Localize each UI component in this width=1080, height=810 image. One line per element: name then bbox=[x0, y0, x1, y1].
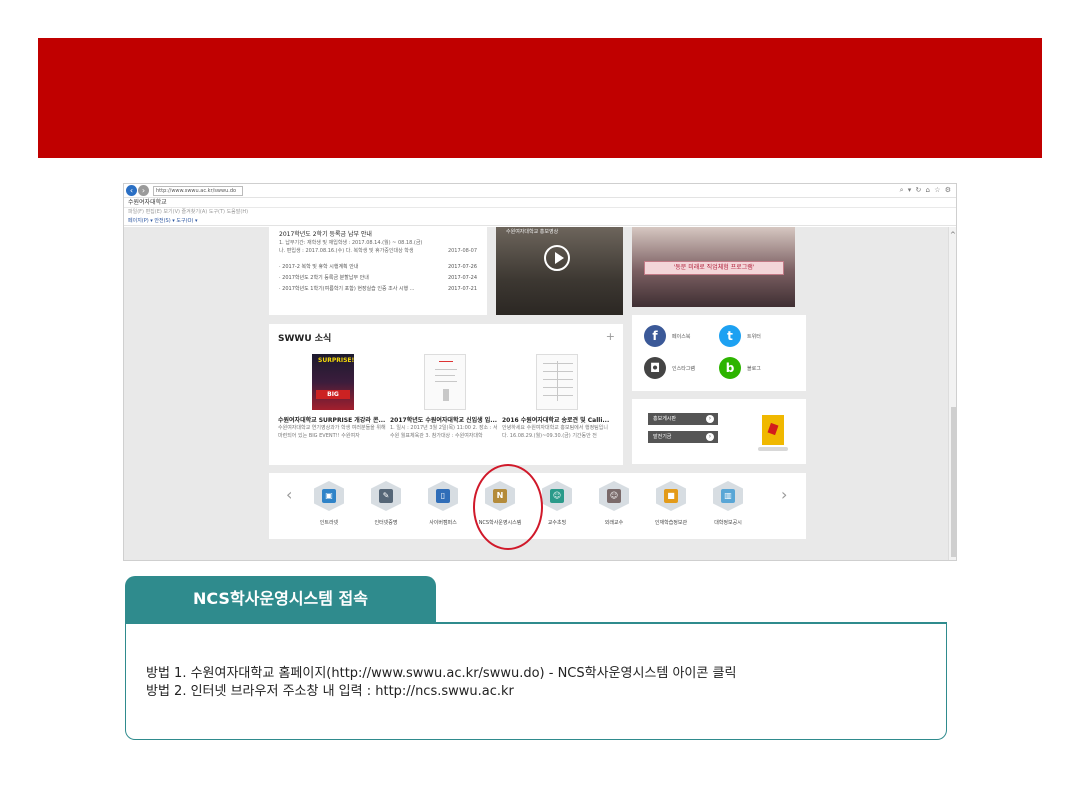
chevron-right-icon: › bbox=[706, 415, 714, 423]
video-caption: 수원여자대학교 홍보영상 bbox=[506, 229, 559, 235]
quicklink-adjunct-faculty[interactable]: ☺ 외래교수 bbox=[584, 481, 644, 526]
book-stand-icon bbox=[758, 447, 788, 451]
bar-chart-icon: ▥ bbox=[713, 481, 743, 511]
back-button[interactable]: ‹ bbox=[126, 185, 137, 196]
sns-instagram-link[interactable]: ◘ 인스타그램 bbox=[644, 357, 719, 379]
intranet-icon: ▣ bbox=[314, 481, 344, 511]
sns-twitter-link[interactable]: t 트위터 bbox=[719, 325, 794, 347]
twitter-icon: t bbox=[719, 325, 741, 347]
sns-panel: f 페이스북 t 트위터 ◘ 인스타그램 b 블로그 bbox=[632, 315, 806, 391]
page-scrollbar[interactable]: ^ bbox=[948, 227, 956, 560]
news-title: SWWU 소식 bbox=[278, 334, 332, 344]
browser-tab[interactable]: 수원여자대학교 bbox=[124, 198, 956, 208]
news-item-title: 2016 수원여자대학교 송로견 및 Calli... bbox=[502, 417, 610, 424]
news-item-desc: 안녕하세요 수원여자대학교 홍보팀에서 행정팀입니다. 16.08.29.(월)… bbox=[502, 425, 608, 439]
news-item[interactable]: 2016 수원여자대학교 송로견 및 Calli... 안녕하세요 수원여자대학… bbox=[502, 354, 612, 440]
mobile-icon: ▯ bbox=[428, 481, 458, 511]
quicklink-cyber-campus[interactable]: ▯ 사이버캠퍼스 bbox=[413, 481, 473, 526]
notice-list: · 2017-2 복학 및 휴학 시행계획 안내 2017-07-26 · 201… bbox=[279, 262, 477, 295]
quicklink-learning-info[interactable]: ■ 인재학습정보관 bbox=[641, 481, 701, 526]
quicklink-info-disclosure[interactable]: ▥ 대학정보공시 bbox=[698, 481, 758, 526]
news-thumbnail bbox=[536, 354, 578, 410]
quicklink-intranet[interactable]: ▣ 인트라넷 bbox=[299, 481, 359, 526]
notice-panel: 2017학년도 2학기 등록금 납부 안내 1. 납부기간: 재학생 및 재입학… bbox=[269, 227, 487, 315]
highlight-circle bbox=[473, 464, 543, 550]
browser-toolbar[interactable]: 페이지(P) ▾ 안전(S) ▾ 도구(O) ▾ bbox=[124, 217, 956, 226]
folder-icon: ■ bbox=[656, 481, 686, 511]
browser-controls[interactable]: ⌕ ▾ ↻ ⌂ ☆ ⚙ bbox=[900, 186, 956, 195]
pr-board-button[interactable]: 홍보게시판 › bbox=[648, 413, 718, 425]
person-card-icon: ☺ bbox=[599, 481, 629, 511]
sns-blog-link[interactable]: b 블로그 bbox=[719, 357, 794, 379]
facebook-icon: f bbox=[644, 325, 666, 347]
notice-detail: 나. 편입생 : 2017.08.16.(수) 다. 복학생 및 휴가중인대상 … bbox=[279, 248, 477, 254]
forward-button[interactable]: › bbox=[138, 185, 149, 196]
scroll-thumb[interactable] bbox=[951, 407, 956, 557]
carousel-next-button[interactable]: › bbox=[781, 485, 787, 504]
chevron-right-icon: › bbox=[706, 433, 714, 441]
notice-detail: 1. 납부기간: 재학생 및 재입학생 : 2017.08.14.(월) ~ 0… bbox=[279, 240, 423, 246]
photo-banner-text: '동문 미래로 직업체험 프로그램' bbox=[644, 261, 784, 275]
notice-list-item[interactable]: · 2017학년도 2학기 등록금 분할납부 안내 2017-07-24 bbox=[279, 273, 477, 284]
address-bar-row: ‹ › http://www.swwu.ac.kr/swwu.do ⌕ ▾ ↻ … bbox=[124, 184, 956, 198]
news-item[interactable]: SURPRISE! BIG 수원여자대학교 SURPRISE 개강라 콘... … bbox=[278, 354, 388, 440]
blog-icon: b bbox=[719, 357, 741, 379]
news-item-title: 수원여자대학교 SURPRISE 개강라 콘... bbox=[278, 417, 386, 424]
news-thumbnail bbox=[424, 354, 466, 410]
red-header-banner bbox=[38, 38, 1042, 158]
url-field[interactable]: http://www.swwu.ac.kr/swwu.do bbox=[153, 185, 243, 196]
news-item-desc: 수원여자대학교 연기영상과가 학생 여러분들을 위해 마련되어 있는 BIG E… bbox=[278, 425, 386, 439]
instructions-box: 방법 1. 수원여자대학교 홈페이지(http://www.swwu.ac.kr… bbox=[125, 622, 947, 740]
notice-list-item[interactable]: · 2017학년도 1학기(여름학기 포함) 현장실습 인증 조사 시행 ...… bbox=[279, 284, 477, 295]
sns-facebook-link[interactable]: f 페이스북 bbox=[644, 325, 719, 347]
news-panel: SWWU 소식 + SURPRISE! BIG 수원여자대학교 SURPRISE… bbox=[269, 324, 623, 465]
section-tag-label: NCS학사운영시스템 접속 bbox=[192, 589, 368, 608]
carousel-prev-button[interactable]: ‹ bbox=[286, 485, 292, 504]
quicklink-certificate[interactable]: ✎ 인터넷증명 bbox=[356, 481, 416, 526]
instruction-line-1: 방법 1. 수원여자대학교 홈페이지(http://www.swwu.ac.kr… bbox=[146, 666, 737, 681]
instruction-line-2: 방법 2. 인터넷 브라우저 주소창 내 입력 : http://ncs.sww… bbox=[146, 684, 514, 699]
news-item-desc: 1. 일시 : 2017년 3월 2일(목) 11:00 2. 장소 : 서수원… bbox=[390, 425, 498, 439]
promo-panel: 홍보게시판 › 발전기금 › bbox=[632, 399, 806, 464]
play-icon[interactable] bbox=[544, 245, 570, 271]
event-photo[interactable]: '동문 미래로 직업체험 프로그램' bbox=[632, 227, 795, 307]
notice-list-item[interactable]: · 2017-2 복학 및 휴학 시행계획 안내 2017-07-26 bbox=[279, 262, 477, 273]
book-icon bbox=[762, 415, 784, 445]
browser-menu-bar[interactable]: 파일(F) 편집(E) 보기(V) 즐겨찾기(A) 도구(T) 도움말(H) bbox=[124, 208, 956, 217]
scroll-up-icon[interactable]: ^ bbox=[950, 231, 956, 239]
notice-headline[interactable]: 2017학년도 2학기 등록금 납부 안내 bbox=[279, 230, 477, 239]
section-tag: NCS학사운영시스템 접속 bbox=[125, 576, 436, 622]
certificate-icon: ✎ bbox=[371, 481, 401, 511]
news-item[interactable]: 2017학년도 수원여자대학교 신입생 입... 1. 일시 : 2017년 3… bbox=[390, 354, 500, 440]
news-more-button[interactable]: + bbox=[606, 330, 615, 343]
news-thumbnail: SURPRISE! BIG bbox=[312, 354, 354, 410]
promo-video[interactable]: 수원여자대학교 홍보영상 bbox=[496, 227, 623, 315]
person-icon: ☺ bbox=[542, 481, 572, 511]
development-fund-button[interactable]: 발전기금 › bbox=[648, 431, 718, 443]
instagram-icon: ◘ bbox=[644, 357, 666, 379]
news-item-title: 2017학년도 수원여자대학교 신입생 입... bbox=[390, 417, 498, 424]
